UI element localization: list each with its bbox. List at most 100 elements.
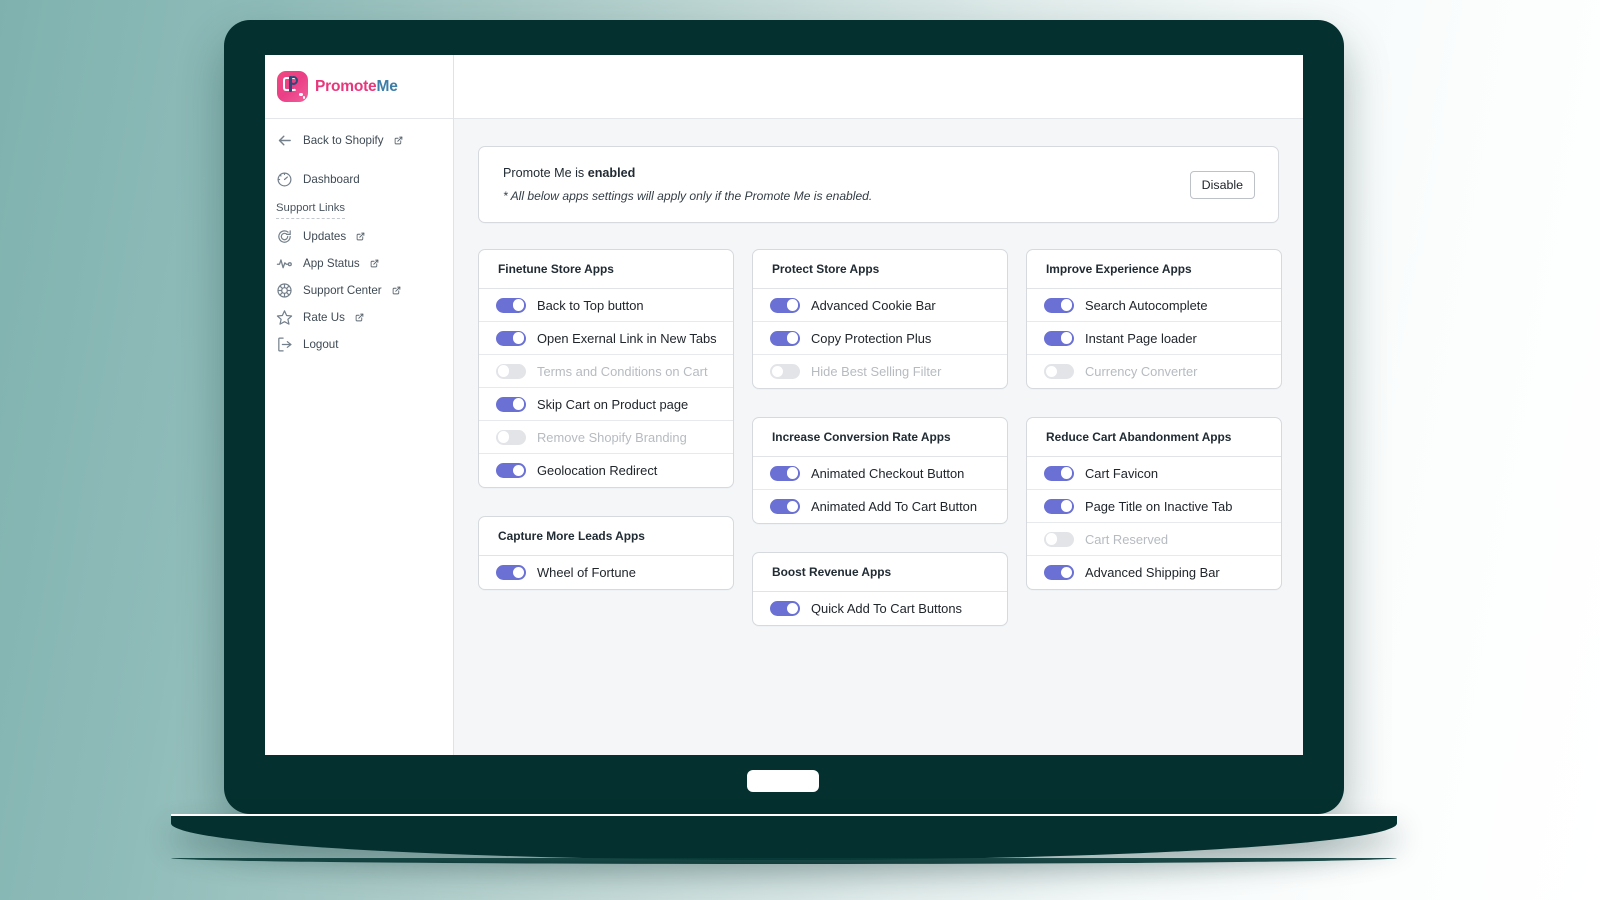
toggle-knob — [513, 299, 525, 311]
app-toggle-row[interactable]: Copy Protection Plus — [753, 322, 1007, 355]
app-card: Reduce Cart Abandonment Apps Cart Favicon… — [1026, 417, 1282, 590]
toggle-knob — [513, 398, 525, 410]
app-toggle-switch[interactable] — [1044, 532, 1074, 547]
toggle-knob — [1061, 567, 1073, 579]
app-toggle-row[interactable]: Cart Favicon — [1027, 457, 1281, 490]
app-toggle-label: Instant Page loader — [1085, 331, 1197, 346]
sidebar-item-label: Support Center — [303, 284, 382, 297]
pulse-icon — [276, 255, 293, 272]
app-toggle-row[interactable]: Cart Reserved — [1027, 523, 1281, 556]
cards-column-1: Finetune Store Apps Back to Top button Ope… — [478, 249, 734, 590]
app-toggle-row[interactable]: Advanced Shipping Bar — [1027, 556, 1281, 589]
app-toggle-switch[interactable] — [770, 364, 800, 379]
app-toggle-switch[interactable] — [1044, 331, 1074, 346]
sidebar-item-back-to-shopify[interactable]: Back to Shopify — [265, 127, 453, 154]
sidebar-item-label: Logout — [303, 338, 338, 351]
app-toggle-label: Animated Checkout Button — [811, 466, 964, 481]
app-toggle-row[interactable]: Terms and Conditions on Cart — [479, 355, 733, 388]
app-toggle-row[interactable]: Quick Add To Cart Buttons — [753, 592, 1007, 625]
sidebar-item-dashboard[interactable]: Dashboard — [265, 166, 453, 193]
app-card: Finetune Store Apps Back to Top button Ope… — [478, 249, 734, 488]
app-toggle-switch[interactable] — [770, 499, 800, 514]
app-card-title: Improve Experience Apps — [1027, 250, 1281, 289]
sidebar-item-rate-us[interactable]: Rate Us — [265, 304, 453, 331]
app-toggle-label: Geolocation Redirect — [537, 463, 657, 478]
app-toggle-switch[interactable] — [496, 463, 526, 478]
external-link-icon — [392, 286, 401, 295]
app-toggle-label: Cart Favicon — [1085, 466, 1158, 481]
app-toggle-row[interactable]: Back to Top button — [479, 289, 733, 322]
app-toggle-row[interactable]: Instant Page loader — [1027, 322, 1281, 355]
sidebar-item-app-status[interactable]: App Status — [265, 250, 453, 277]
toggle-knob — [787, 332, 799, 344]
app-toggle-switch[interactable] — [1044, 466, 1074, 481]
lifebuoy-icon — [276, 282, 293, 299]
app-toggle-switch[interactable] — [1044, 499, 1074, 514]
app-toggle-row[interactable]: Advanced Cookie Bar — [753, 289, 1007, 322]
star-icon — [276, 309, 293, 326]
toggle-knob — [1046, 366, 1058, 378]
app-toggle-switch[interactable] — [770, 298, 800, 313]
app-toggle-switch[interactable] — [770, 331, 800, 346]
external-link-icon — [355, 313, 364, 322]
app-toggle-switch[interactable] — [496, 397, 526, 412]
app-toggle-row[interactable]: Hide Best Selling Filter — [753, 355, 1007, 388]
app-toggle-switch[interactable] — [1044, 298, 1074, 313]
top-bar — [454, 55, 1303, 119]
sidebar-nav: Back to Shopify Dashboard Support Li — [265, 119, 453, 358]
toggle-knob — [1061, 332, 1073, 344]
sidebar-item-support-center[interactable]: Support Center — [265, 277, 453, 304]
app-toggle-switch[interactable] — [1044, 565, 1074, 580]
disable-button[interactable]: Disable — [1190, 171, 1255, 199]
sidebar-item-label: Rate Us — [303, 311, 345, 324]
app-toggle-row[interactable]: Skip Cart on Product page — [479, 388, 733, 421]
app-toggle-switch[interactable] — [1044, 364, 1074, 379]
app-card-title: Reduce Cart Abandonment Apps — [1027, 418, 1281, 457]
cards-column-2: Protect Store AppsAdvanced Cookie BarCop… — [752, 249, 1008, 626]
sidebar-item-updates[interactable]: Updates — [265, 223, 453, 250]
toggle-knob — [498, 365, 510, 377]
app-toggle-switch[interactable] — [770, 466, 800, 481]
app-toggle-label: Hide Best Selling Filter — [811, 364, 941, 379]
external-link-icon — [370, 259, 379, 268]
app-toggle-switch[interactable] — [496, 430, 526, 445]
app-toggle-row[interactable]: Remove Shopify Branding — [479, 421, 733, 454]
app-toggle-label: Advanced Shipping Bar — [1085, 565, 1220, 580]
app-toggle-switch[interactable] — [496, 565, 526, 580]
toggle-knob — [1046, 533, 1058, 545]
app-toggle-label: Cart Reserved — [1085, 532, 1168, 547]
refresh-icon — [276, 228, 293, 245]
external-link-icon — [394, 136, 403, 145]
app-toggle-switch[interactable] — [496, 331, 526, 346]
app-toggle-row[interactable]: Search Autocomplete — [1027, 289, 1281, 322]
app-toggle-row[interactable]: Geolocation Redirect — [479, 454, 733, 487]
app-toggle-switch[interactable] — [496, 364, 526, 379]
app-toggle-label: Terms and Conditions on Cart — [537, 364, 708, 379]
app-toggle-row[interactable]: Wheel of Fortune — [479, 556, 733, 589]
status-line: Promote Me is enabled — [503, 166, 872, 180]
app-toggle-row[interactable]: Animated Add To Cart Button — [753, 490, 1007, 523]
toggle-knob — [787, 501, 799, 513]
app-toggle-label: Back to Top button — [537, 298, 644, 313]
app-card-title: Finetune Store Apps — [479, 250, 733, 289]
cards-column-3: Improve Experience Apps Search Autocomple… — [1026, 249, 1282, 590]
app-toggle-switch[interactable] — [770, 601, 800, 616]
app-toggle-row[interactable]: Page Title on Inactive Tab — [1027, 490, 1281, 523]
app-toggle-row[interactable]: Open Exernal Link in New Tabs — [479, 322, 733, 355]
app-card-title: Protect Store Apps — [753, 250, 1007, 289]
sidebar-item-logout[interactable]: Logout — [265, 331, 453, 358]
sidebar-section-support-links: Support Links — [265, 202, 453, 219]
laptop-base-lip — [171, 858, 1397, 864]
app-toggle-label: Wheel of Fortune — [537, 565, 636, 580]
app-toggle-label: Remove Shopify Branding — [537, 430, 687, 445]
app-toggle-row[interactable]: Animated Checkout Button — [753, 457, 1007, 490]
status-prefix: Promote Me is — [503, 166, 588, 180]
logout-icon — [276, 336, 293, 353]
app-toggle-row[interactable]: Currency Converter — [1027, 355, 1281, 388]
app-toggle-label: Page Title on Inactive Tab — [1085, 499, 1232, 514]
external-link-icon — [356, 232, 365, 241]
app-toggle-label: Search Autocomplete — [1085, 298, 1208, 313]
status-banner: Promote Me is enabled * All below apps s… — [478, 146, 1279, 223]
status-note: * All below apps settings will apply onl… — [503, 189, 872, 203]
app-toggle-switch[interactable] — [496, 298, 526, 313]
